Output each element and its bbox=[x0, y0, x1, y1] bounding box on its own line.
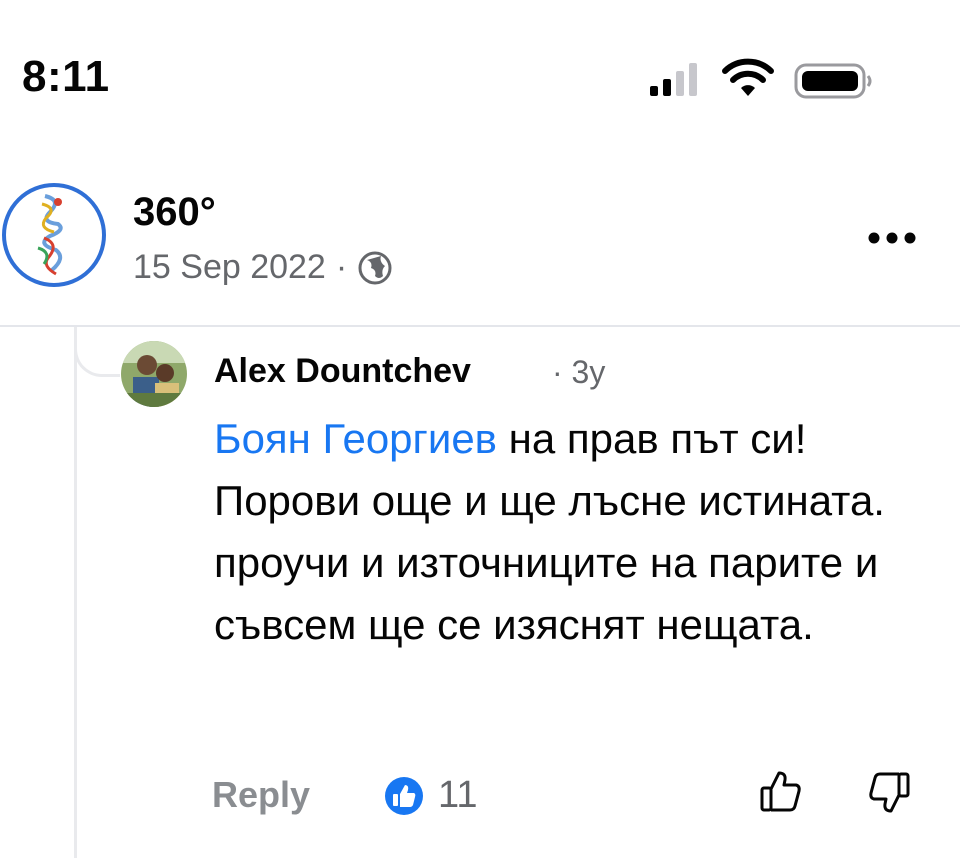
page-name[interactable]: 360° bbox=[133, 190, 216, 235]
like-reaction-icon[interactable] bbox=[384, 776, 424, 816]
wifi-icon bbox=[722, 58, 774, 96]
battery-icon bbox=[794, 63, 872, 99]
downvote-thumb-icon[interactable] bbox=[866, 770, 912, 816]
page-avatar[interactable] bbox=[0, 178, 108, 292]
header-divider bbox=[0, 325, 960, 327]
thread-connector bbox=[74, 327, 120, 377]
comment-timestamp[interactable]: · 3y bbox=[552, 354, 605, 391]
like-count[interactable]: 11 bbox=[438, 774, 477, 817]
comment-text: Боян Георгиев на прав път си! Порови още… bbox=[214, 408, 934, 656]
post-meta: 15 Sep 2022 · bbox=[133, 248, 393, 287]
commenter-avatar[interactable] bbox=[121, 341, 187, 407]
globe-icon bbox=[358, 251, 392, 284]
meta-separator: · bbox=[335, 248, 348, 286]
thread-line bbox=[74, 327, 77, 858]
reply-button[interactable]: Reply bbox=[212, 774, 310, 816]
post-date[interactable]: 15 Sep 2022 bbox=[133, 248, 326, 287]
cellular-signal-icon bbox=[650, 63, 697, 96]
commenter-name[interactable]: Alex Dountchev bbox=[214, 352, 471, 391]
status-time: 8:11 bbox=[22, 52, 110, 101]
more-options-icon[interactable] bbox=[862, 218, 922, 258]
mention-link[interactable]: Боян Георгиев bbox=[214, 415, 497, 462]
status-bar: 8:11 bbox=[0, 0, 960, 150]
upvote-thumb-icon[interactable] bbox=[758, 768, 804, 814]
